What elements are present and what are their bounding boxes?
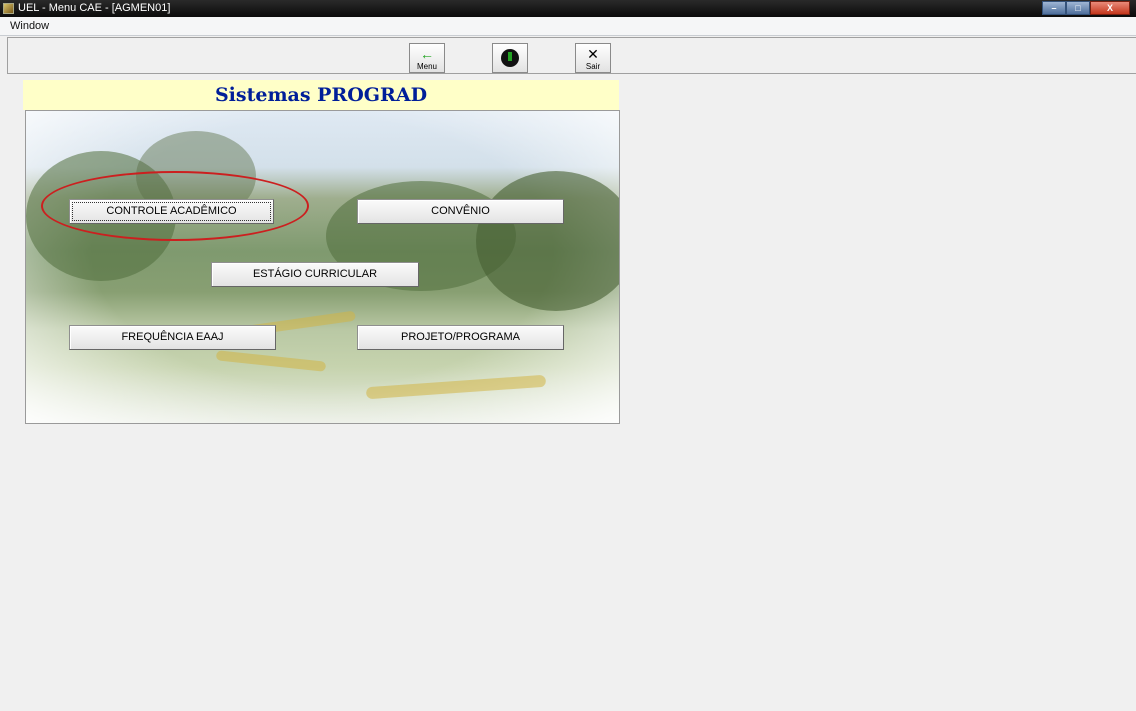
stop-button[interactable] [492,43,528,73]
menu-button-label: Menu [416,62,437,71]
close-button[interactable]: X [1090,1,1130,15]
flowerbed-shape [365,374,547,400]
minimize-button[interactable]: – [1042,1,1066,15]
app-icon [3,3,14,14]
convenio-button[interactable]: CONVÊNIO [357,199,564,224]
menu-button[interactable]: ← Menu [409,43,445,73]
toolbar: ← Menu ✕ Sair [7,37,1136,74]
window-controls: – □ X [1042,1,1130,15]
window-title: UEL - Menu CAE - [AGMEN01] [18,2,171,14]
projeto-programa-button[interactable]: PROJETO/PROGRAMA [357,325,564,350]
estagio-curricular-button[interactable]: ESTÁGIO CURRICULAR [211,262,419,287]
menu-window[interactable]: Window [10,17,49,35]
tree-shape [476,171,619,311]
frequencia-eaaj-button[interactable]: FREQUÊNCIA EAAJ [69,325,276,350]
sair-button-label: Sair [585,62,601,71]
flowerbed-shape [215,350,327,372]
highlight-ellipse-annotation [41,171,309,241]
close-x-icon: ✕ [587,46,599,62]
stop-icon [501,49,519,67]
sair-button[interactable]: ✕ Sair [575,43,611,73]
panel-title: Sistemas PROGRAD [23,80,619,110]
maximize-button[interactable]: □ [1066,1,1090,15]
back-arrow-icon: ← [420,46,434,62]
menu-bar: Window [0,17,1136,36]
title-bar: UEL - Menu CAE - [AGMEN01] – □ X [0,0,1136,17]
